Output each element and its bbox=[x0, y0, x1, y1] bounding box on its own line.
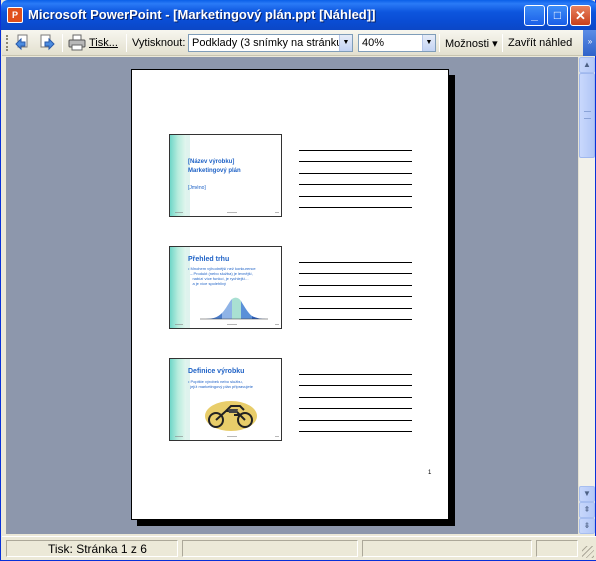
resize-grip-icon[interactable] bbox=[582, 546, 594, 558]
powerpoint-app-icon[interactable]: P bbox=[7, 7, 23, 23]
previous-page-icon[interactable] bbox=[14, 34, 32, 51]
toolbar-grip[interactable] bbox=[6, 35, 9, 51]
scrollbar-grip bbox=[584, 111, 591, 119]
status-bar: Tisk: Stránka 1 z 6 bbox=[2, 536, 596, 560]
toolbar-separator bbox=[502, 34, 503, 52]
notes-lines bbox=[299, 251, 412, 320]
slide-stripe bbox=[170, 247, 186, 328]
slide-stripe bbox=[170, 359, 186, 440]
notes-lines bbox=[299, 363, 412, 432]
next-page-button[interactable]: ⇟ bbox=[579, 518, 595, 534]
print-what-label: Vytisknout: bbox=[132, 37, 186, 49]
slide-thumbnail: Přehled trhu • Mnohem výhodnější než kon… bbox=[169, 246, 282, 329]
close-preview-button[interactable]: Zavřít náhled bbox=[508, 37, 572, 49]
print-what-dropdown[interactable]: Podklady (3 snímky na stránku) ▼ bbox=[188, 34, 353, 52]
slide-footer bbox=[175, 323, 279, 326]
slide-thumbnail: Definice výrobku • Popište výrobek nebo … bbox=[169, 358, 282, 441]
scroll-up-button[interactable]: ▲ bbox=[579, 57, 595, 73]
slide-title: Definice výrobku bbox=[188, 368, 245, 375]
next-page-icon[interactable] bbox=[38, 34, 56, 51]
status-page-text: Tisk: Stránka 1 z 6 bbox=[48, 542, 147, 556]
options-menu-button[interactable]: Možnosti ▾ bbox=[445, 37, 498, 50]
preview-workspace: [Název výrobku] Marketingový plán [Jméno… bbox=[6, 57, 578, 534]
close-button[interactable]: ✕ bbox=[570, 5, 591, 26]
status-cell bbox=[362, 540, 532, 557]
handout-page: [Název výrobku] Marketingový plán [Jméno… bbox=[131, 69, 449, 520]
notes-lines bbox=[299, 139, 412, 208]
scrollbar-thumb[interactable] bbox=[579, 73, 595, 158]
page-number: 1 bbox=[428, 470, 432, 476]
preview-window: P Microsoft PowerPoint - [Marketingový p… bbox=[0, 0, 596, 561]
status-cell bbox=[536, 540, 578, 557]
minimize-button[interactable]: _ bbox=[524, 5, 545, 26]
slide-stripe bbox=[170, 135, 186, 216]
print-what-value: Podklady (3 snímky na stránku) bbox=[192, 37, 340, 49]
chevron-down-icon[interactable]: ▼ bbox=[339, 35, 352, 51]
slide-footer bbox=[175, 211, 279, 214]
maximize-button[interactable]: □ bbox=[547, 5, 568, 26]
slide-body: [Jméno] bbox=[188, 185, 206, 191]
toolbar-options-icon[interactable]: » bbox=[583, 30, 596, 56]
motorcycle-clipart-icon bbox=[205, 401, 257, 431]
slide-body: • Popište výrobek nebo službu, jejíž mar… bbox=[188, 379, 253, 389]
zoom-value: 40% bbox=[362, 37, 385, 49]
chevron-down-icon[interactable]: ▼ bbox=[422, 35, 435, 51]
slide-title: Přehled trhu bbox=[188, 256, 230, 263]
slide-title: [Název výrobku] bbox=[188, 159, 235, 165]
status-cell bbox=[182, 540, 358, 557]
slide-footer bbox=[175, 435, 279, 438]
slide-subtitle: Marketingový plán bbox=[188, 168, 241, 174]
toolbar-separator bbox=[439, 34, 440, 52]
zoom-dropdown[interactable]: 40% ▼ bbox=[358, 34, 436, 52]
printer-icon[interactable] bbox=[68, 34, 86, 51]
print-preview-toolbar: Tisk... Vytisknout: Podklady (3 snímky n… bbox=[2, 30, 596, 56]
print-button[interactable]: Tisk... bbox=[89, 37, 118, 49]
toolbar-separator bbox=[126, 34, 127, 52]
previous-page-button[interactable]: ⇞ bbox=[579, 502, 595, 518]
bell-curve-chart bbox=[200, 297, 268, 320]
title-bar[interactable]: P Microsoft PowerPoint - [Marketingový p… bbox=[1, 0, 596, 30]
slide-body: • Mnohem výhodnější než konkurence – Pro… bbox=[188, 266, 256, 286]
slide-thumbnail: [Název výrobku] Marketingový plán [Jméno… bbox=[169, 134, 282, 217]
window-title: Microsoft PowerPoint - [Marketingový plá… bbox=[28, 7, 376, 22]
vertical-scrollbar[interactable]: ▲ ▼ ⇞ ⇟ bbox=[578, 57, 595, 534]
toolbar-separator bbox=[62, 34, 63, 52]
scroll-down-button[interactable]: ▼ bbox=[579, 486, 595, 502]
